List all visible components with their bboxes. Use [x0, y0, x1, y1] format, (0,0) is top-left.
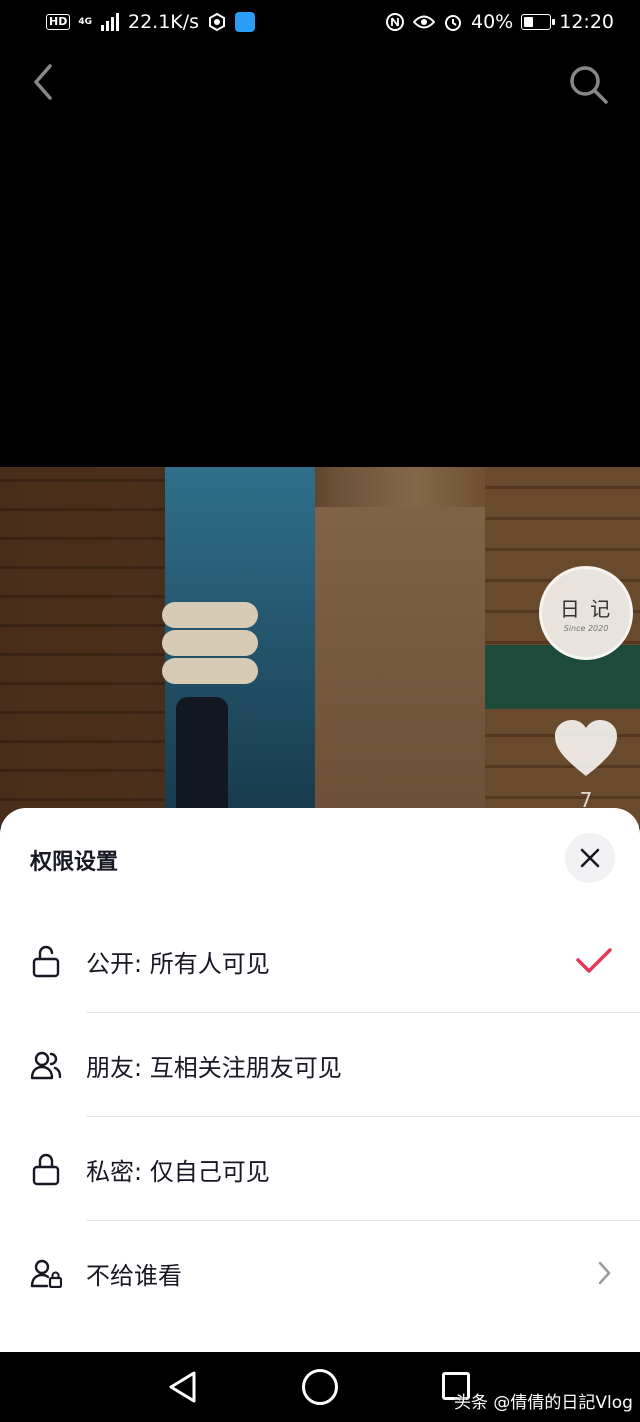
hd-badge: HD [46, 14, 71, 30]
option-label: 不给谁看 [86, 1261, 182, 1290]
option-label: 私密: 仅自己可见 [86, 1157, 270, 1186]
like-button[interactable] [553, 718, 619, 780]
hand-icon [209, 12, 226, 32]
video-scene-brick-wall [0, 467, 165, 827]
battery-level [524, 17, 534, 27]
alarm-icon [445, 15, 461, 31]
privacy-sheet: 权限设置 公开: 所有人可见 朋友: 互相关注朋友可见 私密: 仅自己可见 不给… [0, 808, 640, 1352]
app-notification-icon [235, 12, 256, 32]
chevron-left-icon [34, 64, 52, 100]
option-public[interactable]: 公开: 所有人可见 [0, 909, 640, 1013]
video-scene-wall [315, 507, 485, 827]
nav-home-icon[interactable] [302, 1369, 338, 1405]
video-scene-sacks [162, 602, 258, 702]
status-bar: HD 4G 22.1K/s 40% 12:20 [0, 0, 640, 44]
battery-icon [521, 14, 556, 30]
network-speed: 22.1K/s [128, 11, 200, 33]
nav-back-icon[interactable] [166, 1370, 200, 1404]
status-right: 40% 12:20 [385, 11, 614, 33]
heart-icon [555, 720, 617, 776]
avatar-title: 日 记 [559, 597, 613, 621]
back-button[interactable] [26, 62, 62, 102]
network-type: 4G [78, 16, 92, 27]
eye-icon [413, 15, 435, 29]
author-avatar[interactable]: 日 记 Since 2020 [539, 566, 633, 660]
option-label: 公开: 所有人可见 [86, 949, 270, 978]
close-icon [580, 848, 600, 868]
avatar-subtitle: Since 2020 [563, 624, 609, 633]
close-button[interactable] [565, 833, 615, 883]
check-icon [576, 948, 612, 973]
sheet-title: 权限设置 [30, 850, 119, 875]
status-left: HD 4G 22.1K/s [46, 11, 256, 33]
search-button[interactable] [566, 62, 610, 106]
friends-icon [30, 1048, 62, 1082]
option-private[interactable]: 私密: 仅自己可见 [0, 1117, 640, 1221]
video-scene-green-band [485, 645, 640, 709]
clock: 12:20 [559, 11, 614, 33]
watermark: 头条 @倩倩的日記Vlog [454, 1393, 633, 1413]
lock-icon [30, 1152, 62, 1186]
battery-percent: 40% [471, 11, 514, 33]
video-frame[interactable] [0, 467, 640, 827]
option-label: 朋友: 互相关注朋友可见 [86, 1053, 342, 1082]
signal-icon [101, 13, 119, 31]
search-icon [570, 66, 608, 104]
user-lock-icon [30, 1256, 62, 1290]
unlock-icon [30, 944, 62, 978]
option-friends[interactable]: 朋友: 互相关注朋友可见 [0, 1013, 640, 1117]
chevron-right-icon [598, 1261, 611, 1285]
option-hide-from[interactable]: 不给谁看 [0, 1221, 640, 1325]
nfc-icon [386, 13, 404, 31]
